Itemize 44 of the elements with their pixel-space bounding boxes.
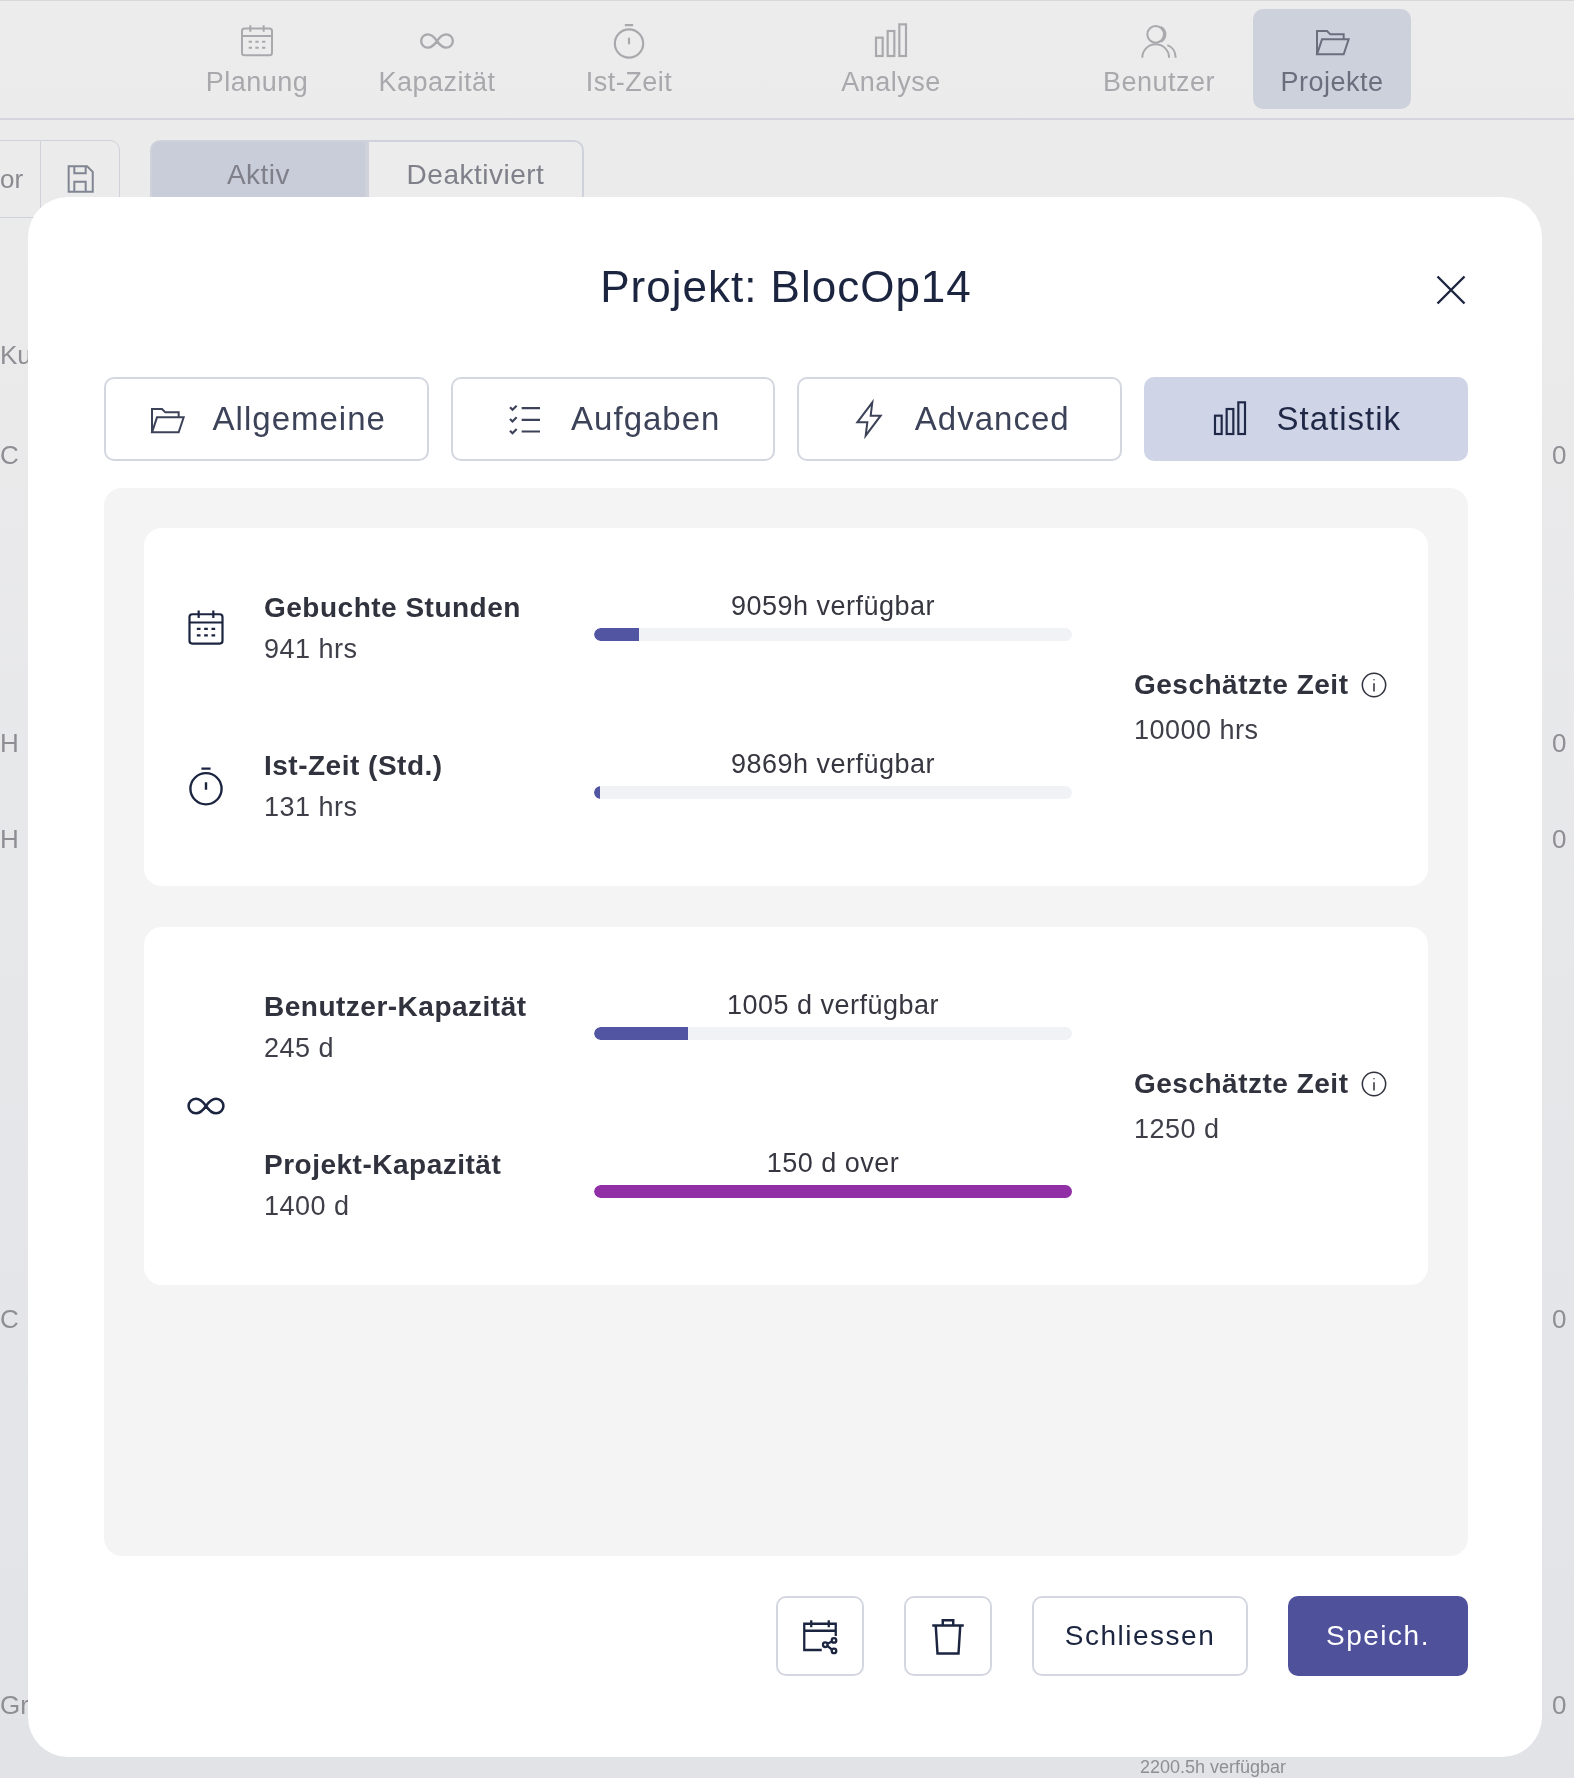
- estimate-label: Geschätzte Zeit: [1134, 1067, 1349, 1100]
- dialog-tab[interactable]: Advanced: [797, 377, 1122, 461]
- share-calendar-button[interactable]: [776, 1596, 864, 1676]
- save-button[interactable]: Speich.: [1288, 1596, 1468, 1676]
- delete-button[interactable]: [904, 1596, 992, 1676]
- nav-tab[interactable]: Planung: [178, 9, 336, 109]
- nav-tab[interactable]: Benutzer: [1080, 9, 1238, 109]
- nav-tab[interactable]: Kapazität: [358, 9, 516, 109]
- table-cell-text: 0: [1552, 1304, 1567, 1335]
- metric-label: Gebuchte Stunden: [264, 591, 522, 624]
- bar-caption: 9869h verfügbar: [729, 749, 937, 780]
- availability-text: 2200.5h verfügbar: [1140, 1757, 1287, 1777]
- bar-caption: 9059h verfügbar: [729, 591, 937, 622]
- table-cell-text: 0: [1552, 1690, 1567, 1721]
- metric-label: Ist-Zeit (Std.): [264, 749, 444, 782]
- metric-value: 941 hrs: [264, 633, 359, 665]
- metric-value: 131 hrs: [264, 791, 359, 823]
- table-cell-text: Gr: [0, 1690, 29, 1721]
- close-dialog-button[interactable]: Schliessen: [1032, 1596, 1248, 1676]
- table-cell-text: H: [0, 824, 19, 855]
- metric-value: 1400 d: [264, 1190, 351, 1222]
- table-cell-text: 0: [1552, 824, 1567, 855]
- dialog-tab[interactable]: Allgemeine: [104, 377, 429, 461]
- estimate-label: Geschätzte Zeit: [1134, 668, 1349, 701]
- bar-caption: 150 d over: [765, 1148, 901, 1179]
- metric-label: Benutzer-Kapazität: [264, 990, 528, 1023]
- metric-label: Projekt-Kapazität: [264, 1148, 503, 1181]
- table-cell-text: H: [0, 728, 19, 759]
- nav-tab[interactable]: Analyse: [812, 9, 970, 109]
- table-cell-text: 0: [1552, 728, 1567, 759]
- metric-value: 245 d: [264, 1032, 336, 1064]
- estimate-value: 10000 hrs: [1134, 714, 1260, 746]
- dialog-tab[interactable]: Aufgaben: [450, 377, 775, 461]
- bar-caption: 1005 d verfügbar: [725, 990, 941, 1021]
- estimate-value: 1250 d: [1134, 1113, 1221, 1145]
- info-icon[interactable]: [1360, 670, 1389, 699]
- table-cell-text: 0: [1552, 440, 1567, 471]
- table-cell-text: C: [0, 1304, 19, 1335]
- nav-tab[interactable]: Ist-Zeit: [550, 9, 708, 109]
- dialog-tab[interactable]: Statistik: [1143, 377, 1468, 461]
- info-icon[interactable]: [1360, 1069, 1389, 1098]
- dialog-title: Projekt: BlocOp14: [600, 262, 972, 312]
- table-cell-text: C: [0, 440, 19, 471]
- nav-tab[interactable]: Projekte: [1253, 9, 1411, 109]
